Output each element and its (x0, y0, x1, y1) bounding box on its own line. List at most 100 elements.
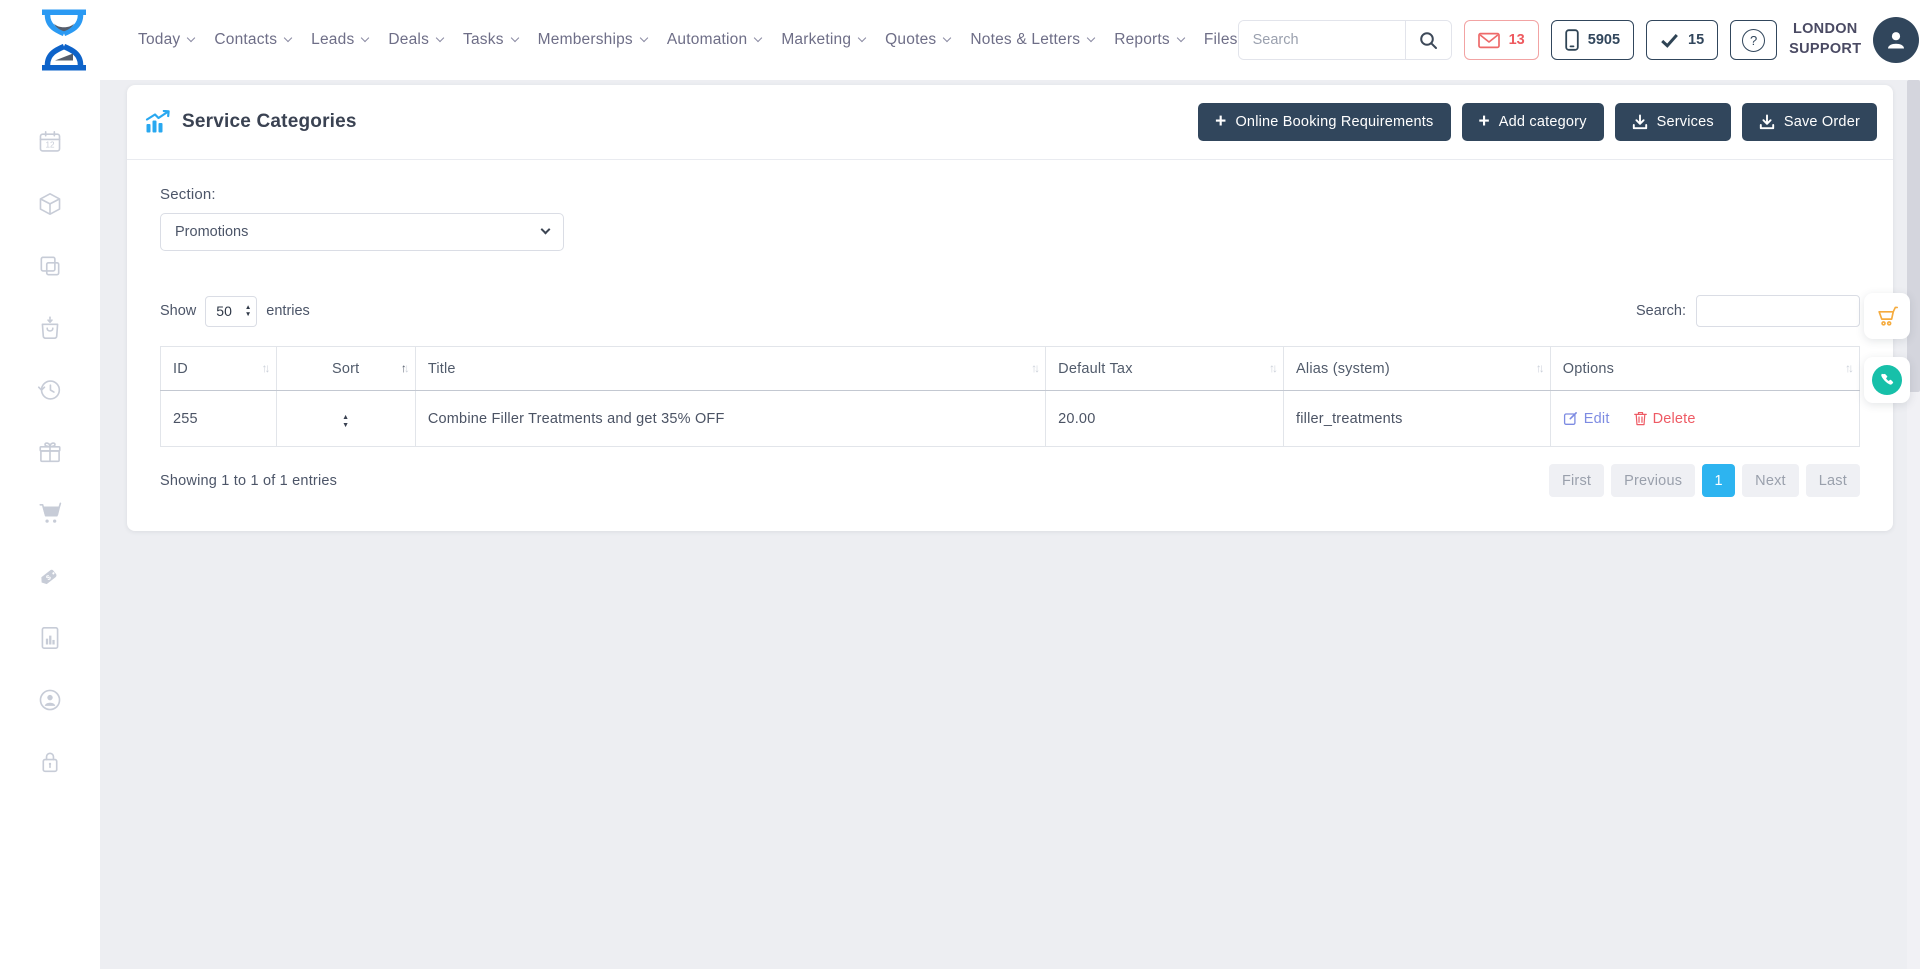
card-body: Section: Promotions Show 50 (127, 160, 1893, 527)
table-summary: Showing 1 to 1 of 1 entries (160, 473, 337, 489)
price-tag-icon[interactable]: $ (37, 563, 63, 589)
add-category-button[interactable]: + Add category (1462, 103, 1604, 141)
table-search: Search: (1636, 295, 1860, 327)
nav-item-marketing[interactable]: Marketing (781, 31, 865, 49)
phone-count: 5905 (1588, 32, 1620, 48)
global-search (1238, 20, 1452, 60)
gift-icon[interactable] (37, 439, 63, 465)
page-title: Service Categories (182, 111, 357, 133)
column-header-default-tax[interactable]: Default Tax ↑↓ (1046, 347, 1284, 391)
nav-item-memberships[interactable]: Memberships (538, 31, 647, 49)
download-icon (1759, 114, 1775, 130)
nav-item-deals[interactable]: Deals (388, 31, 443, 49)
nav-label: Contacts (214, 31, 277, 49)
chevron-down-icon (510, 34, 518, 42)
scrollbar-track (1907, 80, 1920, 969)
nav-label: Reports (1114, 31, 1170, 49)
history-icon[interactable] (37, 377, 63, 403)
nav-label: Automation (667, 31, 747, 49)
button-label: Save Order (1784, 114, 1860, 130)
length-select[interactable]: 50 (205, 296, 257, 327)
delete-label: Delete (1653, 411, 1696, 427)
column-header-id[interactable]: ID ↑↓ (161, 347, 277, 391)
section-select[interactable]: Promotions (160, 213, 564, 251)
nav-label: Files (1204, 31, 1238, 49)
button-label: Add category (1499, 114, 1587, 130)
column-label: Alias (system) (1296, 361, 1390, 377)
hourglass-logo-icon (36, 8, 92, 72)
chevron-down-icon (640, 34, 648, 42)
pagination-first-button[interactable]: First (1549, 464, 1604, 497)
nav-label: Memberships (538, 31, 633, 49)
tasks-badge[interactable]: 15 (1646, 20, 1718, 60)
cart-icon[interactable] (37, 501, 63, 527)
pagination-next-button[interactable]: Next (1742, 464, 1799, 497)
table-header-row: ID ↑↓ Sort ↑↓ Title ↑↓ (161, 347, 1860, 391)
nav-item-automation[interactable]: Automation (667, 31, 761, 49)
help-badge[interactable]: ? (1730, 20, 1777, 60)
table-toolbar: Show 50 ▲▼ entries Search: (160, 295, 1860, 327)
pagination-last-button[interactable]: Last (1806, 464, 1860, 497)
main-nav: Today Contacts Leads Deals Tasks Members… (138, 31, 1238, 49)
online-booking-requirements-button[interactable]: + Online Booking Requirements (1198, 103, 1450, 141)
envelope-icon (1478, 32, 1500, 49)
bag-download-icon[interactable] (37, 315, 63, 341)
nav-item-files[interactable]: Files (1204, 31, 1238, 49)
avatar[interactable] (1873, 17, 1919, 63)
floating-cart-button[interactable] (1864, 293, 1910, 339)
scrollbar-thumb[interactable] (1907, 80, 1920, 392)
report-icon[interactable] (37, 625, 63, 651)
app-logo[interactable] (36, 8, 92, 72)
table-search-input[interactable] (1696, 295, 1860, 327)
services-button[interactable]: Services (1615, 103, 1731, 141)
nav-item-today[interactable]: Today (138, 31, 194, 49)
app-root: Today Contacts Leads Deals Tasks Members… (0, 0, 1920, 969)
nav-item-reports[interactable]: Reports (1114, 31, 1184, 49)
save-order-button[interactable]: Save Order (1742, 103, 1877, 141)
nav-item-leads[interactable]: Leads (311, 31, 368, 49)
chart-growth-icon (145, 110, 171, 134)
question-circle-icon: ? (1742, 29, 1765, 52)
header-buttons: + Online Booking Requirements + Add cate… (1198, 103, 1877, 141)
global-search-input[interactable] (1239, 21, 1405, 59)
column-header-alias[interactable]: Alias (system) ↑↓ (1284, 347, 1551, 391)
delete-link[interactable]: Delete (1634, 411, 1696, 427)
floating-whatsapp-button[interactable] (1864, 357, 1910, 403)
copy-icon[interactable] (37, 253, 63, 279)
pagination-page-1-button[interactable]: 1 (1702, 464, 1735, 497)
service-categories-card: Service Categories + Online Booking Requ… (127, 85, 1893, 531)
download-icon (1632, 114, 1648, 130)
chevron-down-icon (187, 34, 195, 42)
mail-count: 13 (1509, 32, 1525, 48)
chevron-down-icon (943, 34, 951, 42)
nav-item-notes-letters[interactable]: Notes & Letters (970, 31, 1094, 49)
nav-item-tasks[interactable]: Tasks (463, 31, 518, 49)
phone-badge[interactable]: 5905 (1551, 20, 1634, 60)
package-icon[interactable] (37, 191, 63, 217)
column-header-title[interactable]: Title ↑↓ (415, 347, 1045, 391)
whatsapp-icon (1872, 365, 1902, 395)
support-icon[interactable] (37, 687, 63, 713)
nav-item-contacts[interactable]: Contacts (214, 31, 291, 49)
column-label: Sort (332, 361, 359, 377)
user-name-line1: LONDON (1789, 20, 1861, 40)
column-header-options[interactable]: Options ↑↓ (1550, 347, 1859, 391)
service-categories-table: ID ↑↓ Sort ↑↓ Title ↑↓ (160, 346, 1860, 447)
plus-icon: + (1215, 112, 1226, 131)
user-name[interactable]: LONDON SUPPORT (1789, 20, 1861, 59)
sort-arrows-icon: ↑↓ (262, 361, 268, 375)
nav-item-quotes[interactable]: Quotes (885, 31, 950, 49)
sort-arrows-icon: ↑↓ (1269, 361, 1275, 375)
edit-link[interactable]: Edit (1563, 411, 1610, 427)
drag-handle-icon[interactable]: ▲▼ (342, 414, 349, 430)
search-button[interactable] (1405, 21, 1451, 59)
calendar-icon[interactable]: 12 (37, 129, 63, 155)
lock-icon[interactable] (37, 749, 63, 775)
button-label: Online Booking Requirements (1235, 114, 1433, 130)
mobile-phone-icon (1565, 29, 1579, 51)
pagination-previous-button[interactable]: Previous (1611, 464, 1695, 497)
column-header-sort[interactable]: Sort ↑↓ (276, 347, 415, 391)
column-label: Title (428, 361, 456, 377)
entries-label: entries (266, 303, 310, 319)
mail-badge[interactable]: 13 (1464, 20, 1539, 60)
